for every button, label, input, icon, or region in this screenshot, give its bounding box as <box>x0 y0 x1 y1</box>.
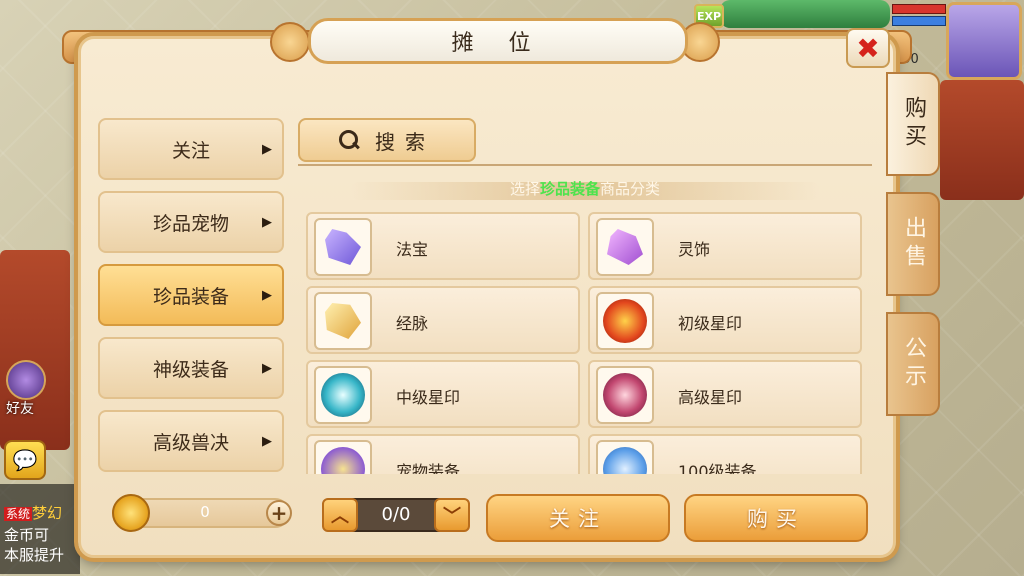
follow-button[interactable]: 关注 <box>486 494 670 542</box>
window-title: 摊 位 <box>308 18 688 64</box>
hint-highlight: 珍品装备 <box>539 180 600 198</box>
chat-button[interactable]: 💬 <box>4 440 46 480</box>
menu-item-label: 珍品装备 <box>152 285 229 308</box>
purple-crystal-icon <box>325 229 361 265</box>
hp-bar <box>892 4 946 14</box>
play-arrow-icon: ▶ <box>262 361 272 376</box>
menu-item-label: 高级兽决 <box>152 431 229 454</box>
menu-item-advanced-skill-books[interactable]: 高级兽决 ▶ <box>98 410 284 472</box>
menu-item-label: 关注 <box>171 139 210 162</box>
garden-patch <box>720 0 890 28</box>
add-coins-button[interactable]: + <box>266 500 292 526</box>
friend-label: 好友 <box>6 401 34 417</box>
menu-item-label: 珍品宠物 <box>152 212 229 235</box>
search-icon <box>339 130 360 150</box>
gold-coin-icon <box>112 494 150 532</box>
category-item-level100-equipment[interactable]: 100级装备 <box>588 434 862 474</box>
chat-bubble-icon: 💬 <box>12 448 38 472</box>
category-item-fabao[interactable]: 法宝 <box>306 212 580 280</box>
menu-item-rare-equipment[interactable]: 珍品装备 ▶ <box>98 264 284 326</box>
search-label: 搜索 <box>375 129 435 154</box>
close-icon: ✖ <box>856 31 880 65</box>
blue-robe-icon <box>603 447 647 474</box>
chat-line: 系统 梦幻 <box>4 504 63 522</box>
category-grid[interactable]: 法宝 灵饰 经脉 初级星印 中级星印 高级星印 宠物装备 100级装备 <box>300 210 870 474</box>
category-label: 100级装备 <box>678 462 757 474</box>
play-arrow-icon: ▶ <box>262 142 272 157</box>
menu-item-divine-equipment[interactable]: 神级装备 ▶ <box>98 337 284 399</box>
chat-line: 本服提升 <box>4 546 65 564</box>
friend-icon[interactable] <box>6 360 46 400</box>
divider <box>298 164 872 166</box>
mp-bar <box>892 16 946 26</box>
system-tag: 系统 <box>4 507 33 521</box>
player-avatar[interactable] <box>946 2 1022 80</box>
category-item-basic-star-seal[interactable]: 初级星印 <box>588 286 862 354</box>
menu-item-follow[interactable]: 关注 ▶ <box>98 118 284 180</box>
rose-moon-star-seal-icon <box>603 373 647 417</box>
category-label: 经脉 <box>396 314 429 333</box>
menu-item-rare-pets[interactable]: 珍品宠物 ▶ <box>98 191 284 253</box>
building-roof <box>0 250 70 450</box>
chevron-down-icon: ﹀ <box>443 506 461 527</box>
search-button[interactable]: 搜索 <box>298 118 476 162</box>
tab-sell[interactable]: 出售 <box>886 192 940 296</box>
tab-announcement[interactable]: 公示 <box>886 312 940 416</box>
play-arrow-icon: ▶ <box>262 434 272 449</box>
pink-crystal-icon <box>607 229 643 265</box>
category-label: 中级星印 <box>396 388 461 407</box>
page-down-button[interactable]: ﹀ <box>434 498 470 532</box>
category-item-jingmai[interactable]: 经脉 <box>306 286 580 354</box>
category-label: 法宝 <box>396 240 429 259</box>
tab-buy[interactable]: 购买 <box>886 72 940 176</box>
chat-line: 金币可 <box>4 526 50 544</box>
pet-armor-icon <box>321 447 365 474</box>
title-scroll-cap-left <box>270 22 310 62</box>
category-hint: 选择珍品装备商品分类 <box>509 180 661 198</box>
page-indicator: 0/0 <box>381 504 411 525</box>
coin-value: 0 <box>200 503 210 521</box>
category-item-lingshi[interactable]: 灵饰 <box>588 212 862 280</box>
category-label: 初级星印 <box>678 314 743 333</box>
cyan-orb-star-seal-icon <box>321 373 365 417</box>
chevron-up-icon: ︿ <box>331 506 349 527</box>
close-button[interactable]: ✖ <box>846 28 890 68</box>
category-item-high-star-seal[interactable]: 高级星印 <box>588 360 862 428</box>
play-arrow-icon: ▶ <box>262 288 272 303</box>
category-item-pet-equipment[interactable]: 宠物装备 <box>306 434 580 474</box>
chat-panel[interactable]: 系统 梦幻 金币可 本服提升 <box>0 484 80 574</box>
category-label: 灵饰 <box>678 240 711 259</box>
fire-demon-star-seal-icon <box>603 299 647 343</box>
plus-icon: + <box>270 501 288 525</box>
category-item-mid-star-seal[interactable]: 中级星印 <box>306 360 580 428</box>
play-arrow-icon: ▶ <box>262 215 272 230</box>
gold-crystal-icon <box>325 303 361 339</box>
buy-button[interactable]: 购买 <box>684 494 868 542</box>
category-label: 宠物装备 <box>396 462 461 474</box>
menu-item-label: 神级装备 <box>152 358 229 381</box>
page-up-button[interactable]: ︿ <box>322 498 358 532</box>
pavilion <box>940 80 1024 200</box>
category-label: 高级星印 <box>678 388 743 407</box>
